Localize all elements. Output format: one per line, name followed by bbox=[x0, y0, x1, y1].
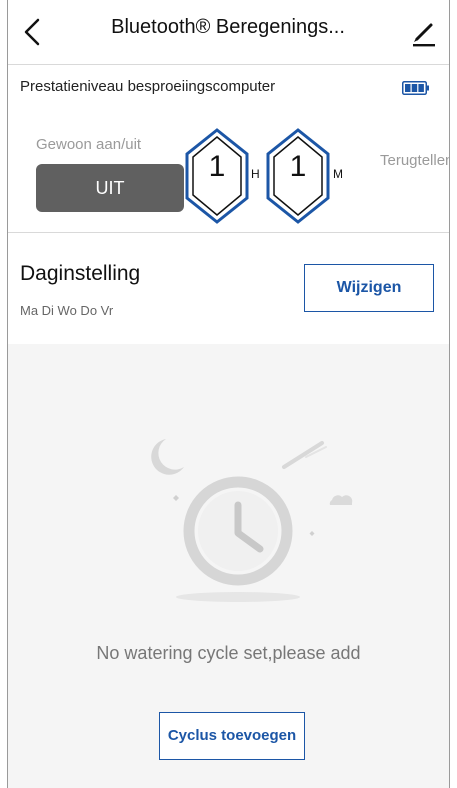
performance-label: Prestatieniveau besproeiingscomputer bbox=[20, 78, 276, 95]
hours-value: 1 bbox=[208, 150, 226, 183]
pencil-icon bbox=[413, 23, 435, 47]
page-title: Bluetooth® Beregenings... bbox=[111, 16, 345, 38]
day-setting-title: Daginstelling bbox=[20, 262, 141, 285]
edit-button[interactable] bbox=[405, 14, 441, 50]
hours-unit: H bbox=[251, 167, 260, 181]
day-setting-days: Ma Di Wo Do Vr bbox=[20, 303, 114, 318]
minutes-value: 1 bbox=[289, 150, 307, 183]
app-screen: Bluetooth® Beregenings... Prestatienivea… bbox=[8, 0, 449, 788]
countdown-label: Terugtellen bbox=[380, 152, 449, 169]
chevron-left-icon bbox=[24, 18, 40, 46]
section-divider bbox=[8, 232, 449, 233]
manual-onoff-label: Gewoon aan/uit bbox=[36, 136, 142, 153]
battery-icon bbox=[402, 81, 429, 95]
change-button[interactable]: Wijzigen bbox=[304, 264, 434, 312]
back-button[interactable] bbox=[14, 12, 54, 52]
empty-state-message: No watering cycle set,please add bbox=[96, 643, 361, 663]
frame-border-right bbox=[449, 0, 450, 788]
clock-icon bbox=[151, 439, 353, 602]
header-bar: Bluetooth® Beregenings... bbox=[8, 0, 449, 64]
add-cycle-button[interactable]: Cyclus toevoegen bbox=[159, 712, 305, 760]
off-button[interactable]: UIT bbox=[36, 164, 184, 212]
header-divider bbox=[8, 64, 449, 65]
minutes-unit: M bbox=[333, 167, 343, 181]
